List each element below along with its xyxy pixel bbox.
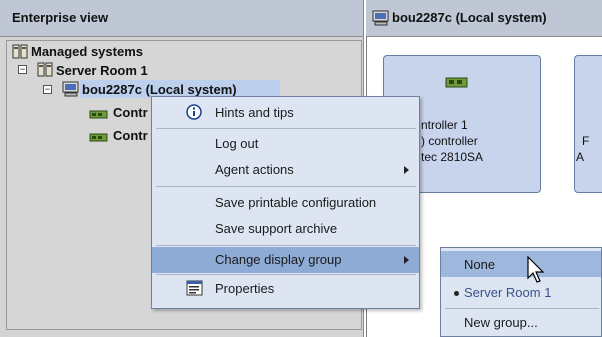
card-controller-type: F: [582, 134, 590, 148]
info-icon: [186, 104, 202, 123]
mouse-cursor-icon: [527, 255, 545, 287]
menu-item-agent-actions[interactable]: Agent actions: [152, 157, 419, 183]
tree-item-controller-1[interactable]: Contr: [113, 105, 148, 120]
server-room-icon: [37, 61, 53, 80]
menu-item-label: Agent actions: [215, 162, 294, 177]
selected-bullet-icon: [454, 291, 459, 296]
submenu-item-label: Server Room 1: [464, 285, 552, 300]
menu-item-label: Change display group: [215, 252, 342, 267]
controller-card[interactable]: [574, 55, 602, 193]
computer-icon: [372, 10, 390, 29]
system-view-title: bou2287c (Local system): [392, 10, 547, 25]
controller-card-icon: [89, 108, 109, 123]
menu-item-properties[interactable]: Properties: [152, 276, 419, 302]
menu-item-change-display-group[interactable]: Change display group: [152, 247, 419, 273]
controller-card-icon: [445, 76, 469, 93]
submenu-arrow-icon: [404, 166, 409, 174]
submenu-item-label: None: [464, 257, 496, 272]
menu-item-save-printable-configuration[interactable]: Save printable configuration: [152, 190, 419, 216]
tree-item-controller-2[interactable]: Contr: [113, 128, 148, 143]
tree-item-server-room[interactable]: Server Room 1: [56, 63, 148, 78]
menu-item-hints-and-tips[interactable]: Hints and tips: [152, 100, 419, 126]
submenu-item-new-group[interactable]: New group...: [441, 309, 601, 335]
collapse-icon[interactable]: −: [18, 65, 27, 74]
menu-separator: [156, 186, 416, 187]
menu-item-save-support-archive[interactable]: Save support archive: [152, 216, 419, 242]
menu-item-label: Save support archive: [215, 221, 338, 236]
menu-item-label: Log out: [215, 136, 259, 151]
submenu-arrow-icon: [404, 256, 409, 264]
menu-item-label: Hints and tips: [215, 105, 294, 120]
collapse-icon[interactable]: −: [43, 85, 52, 94]
properties-icon: [186, 280, 203, 299]
tree-item-local-system[interactable]: bou2287c (Local system): [82, 82, 237, 97]
card-controller-model: tec 2810SA: [421, 150, 484, 164]
context-menu: Hints and tips Log out Agent actions Sav…: [151, 96, 420, 309]
menu-item-label: Properties: [215, 281, 275, 296]
tree-item-managed-systems[interactable]: Managed systems: [31, 44, 143, 59]
display-group-submenu: None Server Room 1 New group...: [440, 247, 602, 337]
menu-item-label: Save printable configuration: [215, 195, 377, 210]
submenu-item-none[interactable]: None: [441, 251, 601, 277]
menu-separator: [156, 274, 416, 275]
enterprise-view-header: Enterprise view: [0, 0, 363, 37]
managed-systems-icon: [12, 43, 28, 62]
computer-icon: [62, 81, 80, 100]
menu-item-log-out[interactable]: Log out: [152, 131, 419, 157]
enterprise-view-title: Enterprise view: [12, 10, 109, 25]
card-controller-type: ) controller: [421, 134, 478, 148]
card-controller-model: A: [576, 150, 585, 164]
submenu-item-server-room[interactable]: Server Room 1: [441, 279, 601, 305]
submenu-item-label: New group...: [464, 315, 538, 330]
menu-separator: [156, 128, 416, 129]
controller-card-icon: [89, 131, 109, 146]
menu-separator: [156, 245, 416, 246]
card-controller-name: ntroller 1: [421, 118, 468, 132]
